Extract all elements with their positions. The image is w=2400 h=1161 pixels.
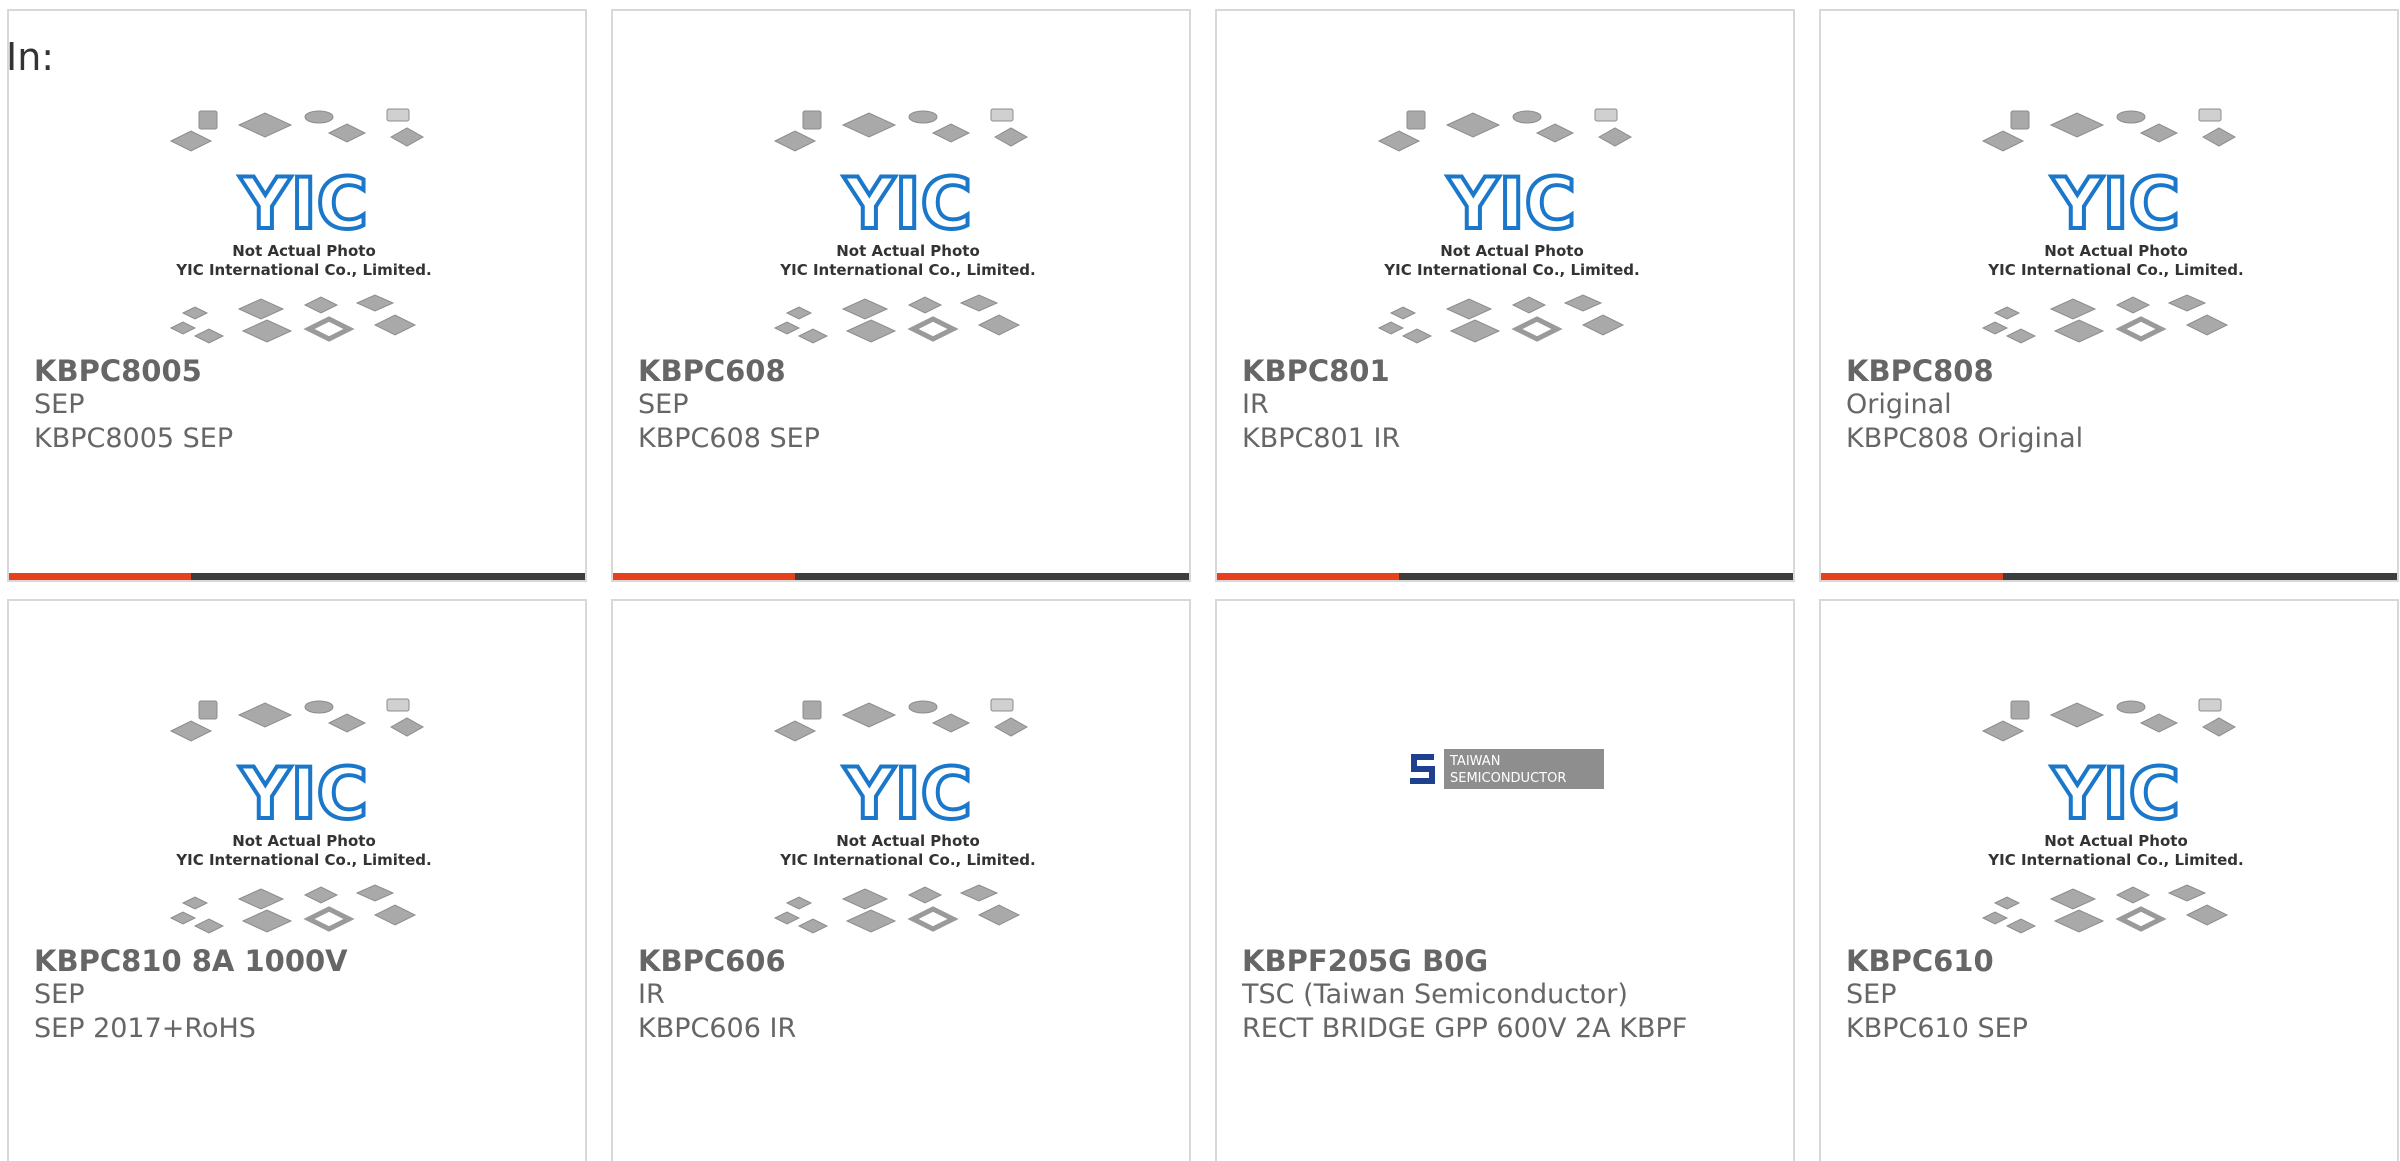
card-accent-bar xyxy=(1821,573,2397,580)
manufacturer: SEP xyxy=(638,389,689,420)
product-description: KBPC801 IR xyxy=(1242,423,1401,454)
product-photo: YIC Not Actual Photo YIC International Co.… xyxy=(1377,103,1647,353)
bar-accent-segment xyxy=(1821,573,2003,580)
product-description: KBPC8005 SEP xyxy=(34,423,234,454)
product-description: KBPC606 IR xyxy=(638,1013,797,1044)
product-photo: YIC Not Actual Photo YIC International Co.… xyxy=(1981,103,2251,353)
tsc-logo-line2: SEMICONDUCTOR xyxy=(1450,771,1566,786)
in-label: In: xyxy=(6,35,55,79)
product-info: KBPC606 IR KBPC606 IR xyxy=(638,944,1179,1046)
product-info: KBPC610 SEP KBPC610 SEP xyxy=(1846,944,2387,1046)
part-number[interactable]: KBPC801 xyxy=(1242,354,1783,388)
not-actual-photo-text: Not Actual Photo xyxy=(836,832,980,850)
product-photo: YIC Not Actual Photo YIC International Co.… xyxy=(169,103,439,353)
not-actual-photo-text: Not Actual Photo xyxy=(2044,832,2188,850)
product-photo: YIC Not Actual Photo YIC International Co.… xyxy=(773,693,1043,943)
bar-accent-segment xyxy=(9,573,191,580)
product-info: KBPC8005 SEP KBPC8005 SEP xyxy=(34,354,575,456)
product-photo: YIC Not Actual Photo YIC International Co.… xyxy=(169,693,439,943)
card-accent-bar xyxy=(613,573,1189,580)
part-number[interactable]: KBPC608 xyxy=(638,354,1179,388)
manufacturer: IR xyxy=(638,979,665,1010)
bar-accent-segment xyxy=(1217,573,1399,580)
manufacturer: SEP xyxy=(34,979,85,1010)
part-number[interactable]: KBPF205G B0G xyxy=(1242,944,1783,978)
product-grid: YIC Not Actual Photo YIC International Co.… xyxy=(7,9,2399,1161)
product-info: KBPC801 IR KBPC801 IR xyxy=(1242,354,1783,456)
product-card[interactable]: YIC Not Actual Photo YIC International Co.… xyxy=(1215,9,1795,582)
yic-logo: YIC xyxy=(843,163,972,245)
company-name-text: YIC International Co., Limited. xyxy=(1987,851,2243,869)
product-list-page: In: YIC Not Actual Photo YIC International… xyxy=(0,0,2400,1161)
card-accent-bar xyxy=(1217,573,1793,580)
company-name-text: YIC International Co., Limited. xyxy=(175,261,431,279)
yic-logo: YIC xyxy=(239,163,368,245)
tsc-logo: TAIWAN SEMICONDUCTOR xyxy=(1404,749,1604,789)
product-info: KBPC810 8A 1000V SEP SEP 2017+RoHS xyxy=(34,944,575,1046)
bar-rest-segment xyxy=(795,573,1189,580)
product-card[interactable]: YIC Not Actual Photo YIC International Co.… xyxy=(1819,599,2399,1161)
yic-logo: YIC xyxy=(239,753,368,835)
product-info: KBPC608 SEP KBPC608 SEP xyxy=(638,354,1179,456)
not-actual-photo-text: Not Actual Photo xyxy=(2044,242,2188,260)
company-name-text: YIC International Co., Limited. xyxy=(779,851,1035,869)
not-actual-photo-text: Not Actual Photo xyxy=(1440,242,1584,260)
product-description: RECT BRIDGE GPP 600V 2A KBPF xyxy=(1242,1013,1688,1044)
part-number[interactable]: KBPC810 8A 1000V xyxy=(34,944,575,978)
product-description: KBPC808 Original xyxy=(1846,423,2084,454)
tsc-logo-line1: TAIWAN xyxy=(1449,754,1500,769)
manufacturer: SEP xyxy=(34,389,85,420)
product-description: KBPC608 SEP xyxy=(638,423,820,454)
product-card[interactable]: YIC Not Actual Photo YIC International Co.… xyxy=(611,9,1191,582)
manufacturer: SEP xyxy=(1846,979,1897,1010)
bar-rest-segment xyxy=(1399,573,1793,580)
product-card[interactable]: YIC Not Actual Photo YIC International Co.… xyxy=(611,599,1191,1161)
company-name-text: YIC International Co., Limited. xyxy=(175,851,431,869)
yic-logo: YIC xyxy=(843,753,972,835)
card-accent-bar xyxy=(9,573,585,580)
part-number[interactable]: KBPC808 xyxy=(1846,354,2387,388)
bar-rest-segment xyxy=(191,573,585,580)
product-photo: YIC Not Actual Photo YIC International Co.… xyxy=(773,103,1043,353)
product-info: KBPF205G B0G TSC (Taiwan Semiconductor) RE… xyxy=(1242,944,1783,1046)
product-card[interactable]: YIC Not Actual Photo YIC International Co.… xyxy=(7,9,587,582)
not-actual-photo-text: Not Actual Photo xyxy=(232,832,376,850)
yic-logo: YIC xyxy=(1447,163,1576,245)
not-actual-photo-text: Not Actual Photo xyxy=(232,242,376,260)
product-card[interactable]: TAIWAN SEMICONDUCTOR KBPF205G B0G TSC (Taiw… xyxy=(1215,599,1795,1161)
manufacturer: Original xyxy=(1846,389,1952,420)
product-description: KBPC610 SEP xyxy=(1846,1013,2028,1044)
product-card[interactable]: YIC Not Actual Photo YIC International Co.… xyxy=(7,599,587,1161)
product-info: KBPC808 Original KBPC808 Original xyxy=(1846,354,2387,456)
manufacturer: TSC (Taiwan Semiconductor) xyxy=(1242,979,1628,1010)
part-number[interactable]: KBPC610 xyxy=(1846,944,2387,978)
bar-accent-segment xyxy=(613,573,795,580)
yic-logo: YIC xyxy=(2051,753,2180,835)
part-number[interactable]: KBPC606 xyxy=(638,944,1179,978)
company-name-text: YIC International Co., Limited. xyxy=(1383,261,1639,279)
product-description: SEP 2017+RoHS xyxy=(34,1013,256,1044)
company-name-text: YIC International Co., Limited. xyxy=(1987,261,2243,279)
manufacturer: IR xyxy=(1242,389,1269,420)
company-name-text: YIC International Co., Limited. xyxy=(779,261,1035,279)
part-number[interactable]: KBPC8005 xyxy=(34,354,575,388)
yic-logo: YIC xyxy=(2051,163,2180,245)
bar-rest-segment xyxy=(2003,573,2397,580)
product-photo: YIC Not Actual Photo YIC International Co.… xyxy=(1981,693,2251,943)
product-card[interactable]: YIC Not Actual Photo YIC International Co.… xyxy=(1819,9,2399,582)
not-actual-photo-text: Not Actual Photo xyxy=(836,242,980,260)
